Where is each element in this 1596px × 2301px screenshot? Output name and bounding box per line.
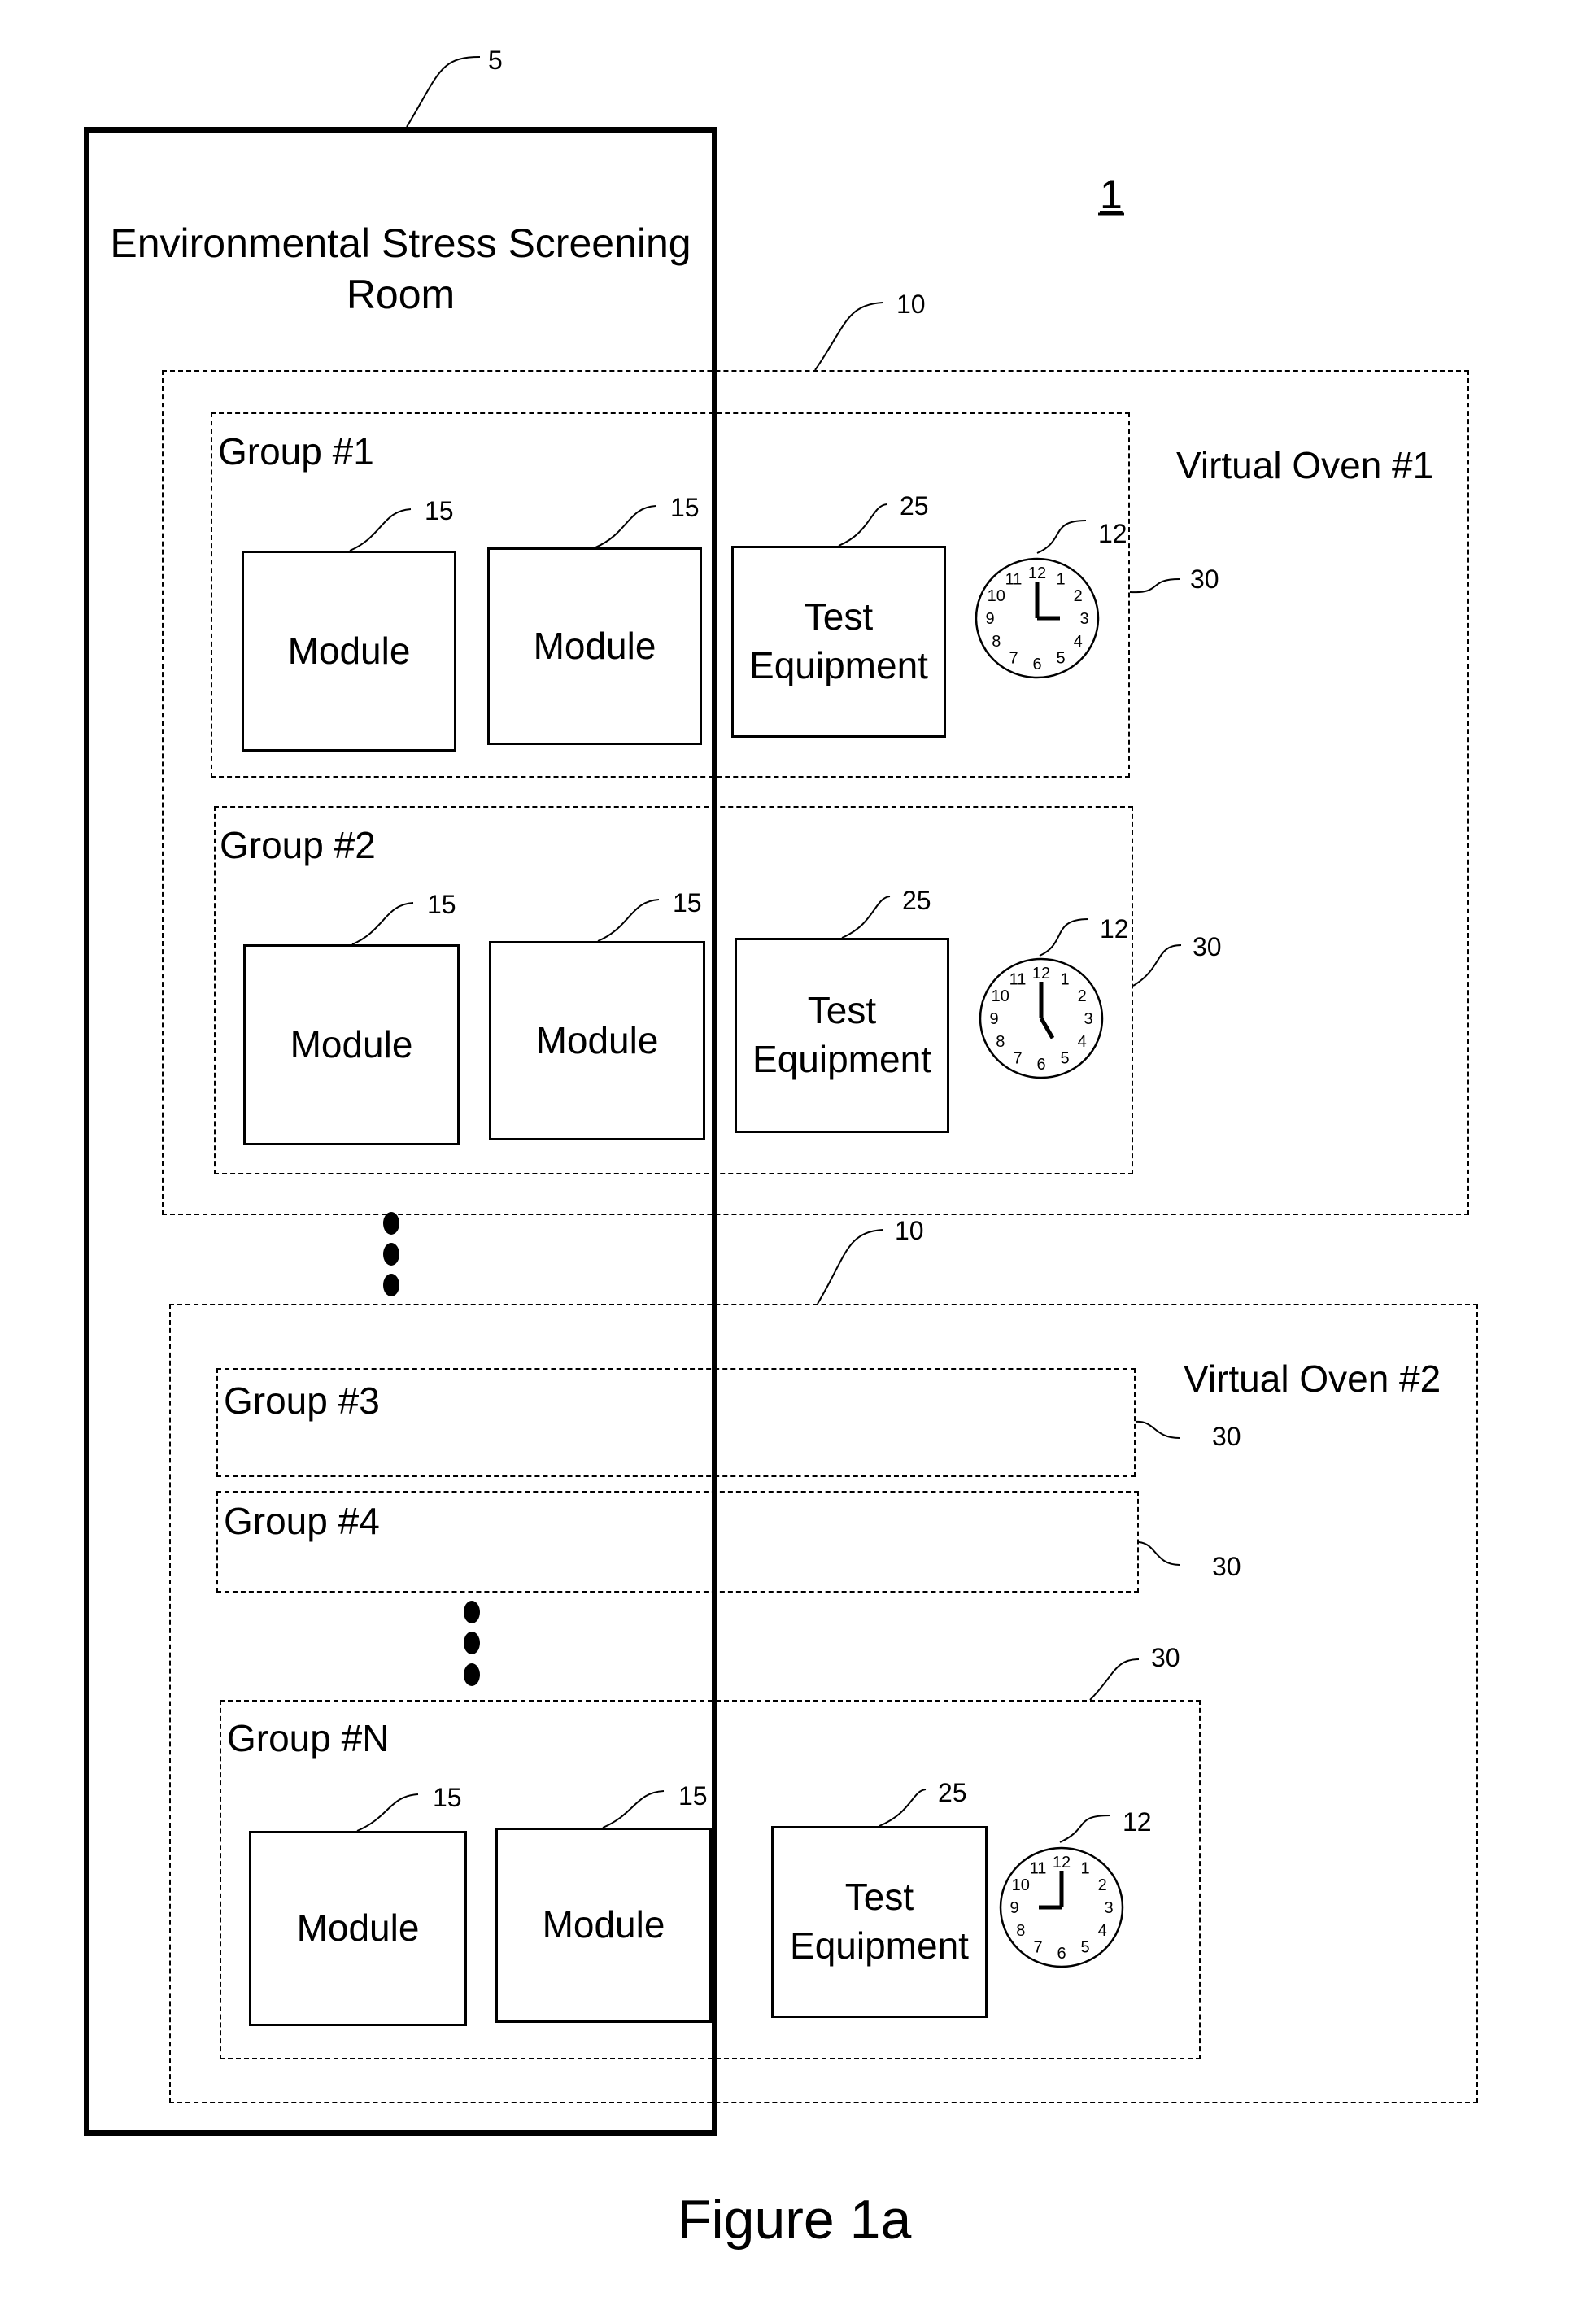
figure-caption: Figure 1a — [678, 2189, 912, 2251]
clock-number: 11 — [1009, 971, 1027, 989]
clock-number: 2 — [1098, 1876, 1107, 1894]
clock-number: 10 — [988, 587, 1005, 605]
leader-line — [841, 896, 891, 939]
clock-number: 12 — [1028, 564, 1046, 582]
clock-number: 8 — [996, 1033, 1005, 1051]
group-1-clock-icon: 12 12 3 45678 9 1011 — [975, 557, 1100, 679]
clock-number: 1 — [1060, 971, 1069, 989]
clock-number: 5 — [1056, 649, 1065, 667]
group-n-clock-icon: 12 12 3 45678 9 1011 — [999, 1846, 1124, 1968]
clock-number: 6 — [1036, 1056, 1045, 1074]
leader-line — [349, 508, 412, 551]
leader-line — [1059, 1815, 1111, 1843]
clock-number: 10 — [992, 987, 1009, 1005]
clock-number: 5 — [1060, 1049, 1069, 1067]
leader-line — [602, 1790, 665, 1828]
clocks: 12 123456789101112 123456789101112 12345678… — [975, 557, 1124, 1968]
clock-number: 4 — [1074, 633, 1083, 651]
clock-number: 4 — [1098, 1922, 1107, 1940]
clock-number: 6 — [1057, 1945, 1066, 1963]
leader-lines — [349, 56, 1182, 1843]
leader-line — [814, 302, 883, 371]
clock-number: 3 — [1079, 610, 1088, 628]
clock-number: 7 — [1033, 1938, 1042, 1956]
leader-line — [1039, 918, 1089, 957]
leader-line — [817, 1229, 883, 1305]
clock-number: 1 — [1056, 571, 1065, 589]
leader-line — [1089, 1658, 1140, 1701]
leader-line — [1036, 520, 1087, 554]
clock-number: 4 — [1078, 1033, 1087, 1051]
clock-number: 9 — [1009, 1899, 1018, 1917]
group-2-clock-icon: 12 12 3 45678 9 1011 — [979, 957, 1104, 1079]
leader-line — [1138, 1541, 1180, 1566]
leader-line — [1132, 944, 1182, 987]
clock-number: 6 — [1032, 656, 1041, 673]
leader-line — [356, 1793, 419, 1832]
clock-number: 7 — [1013, 1049, 1022, 1067]
clock-number: 11 — [1005, 571, 1023, 589]
clock-number: 9 — [989, 1010, 998, 1028]
clock-number: 10 — [1012, 1876, 1030, 1894]
clock-number: 8 — [1016, 1922, 1025, 1940]
diagram-overlay: 12 123456789101112 123456789101112 12345678… — [349, 56, 1182, 1968]
leader-line — [351, 902, 414, 945]
leader-line — [595, 505, 656, 548]
clock-number: 11 — [1030, 1860, 1047, 1878]
leader-line — [406, 56, 481, 128]
leader-line — [1129, 578, 1180, 594]
clock-number: 9 — [985, 610, 994, 628]
clock-number: 3 — [1084, 1010, 1092, 1028]
clock-number: 7 — [1009, 649, 1018, 667]
clock-number: 8 — [992, 633, 1001, 651]
clock-number: 12 — [1053, 1854, 1071, 1872]
leader-line — [838, 503, 887, 547]
leader-line — [1135, 1420, 1180, 1439]
leader-line — [597, 899, 660, 942]
clock-number: 1 — [1080, 1860, 1089, 1878]
clock-number: 5 — [1080, 1938, 1089, 1956]
leader-line — [879, 1789, 927, 1827]
clock-number: 12 — [1032, 965, 1050, 983]
clock-number: 3 — [1104, 1899, 1113, 1917]
clock-number: 2 — [1078, 987, 1087, 1005]
clock-number: 2 — [1074, 587, 1083, 605]
